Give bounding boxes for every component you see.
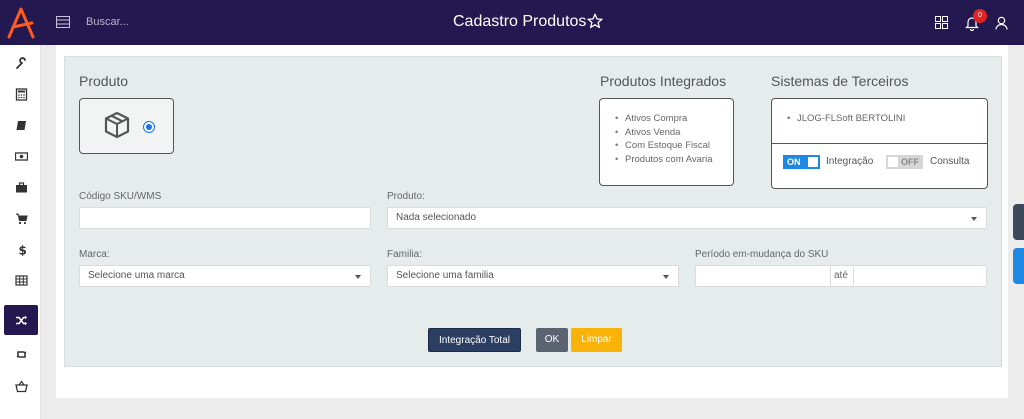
right-side-tab[interactable] [1013, 204, 1024, 240]
sidebar-item-calculator[interactable] [4, 79, 38, 109]
shuffle-icon [15, 315, 27, 325]
periodo-separator: até [830, 265, 854, 287]
svg-text:$: $ [18, 243, 26, 256]
chevron-down-icon [663, 275, 669, 279]
sidebar-item-cart[interactable] [4, 203, 38, 233]
favorite-star-icon[interactable] [587, 13, 603, 29]
chevron-down-icon [971, 217, 977, 221]
list-item: Com Estoque Fiscal [615, 139, 712, 153]
sidebar-item-dollar[interactable]: $ [4, 234, 38, 264]
toggle-off-label: OFF [901, 157, 919, 167]
integrados-list: Ativos Compra Ativos Venda Com Estoque F… [599, 98, 734, 186]
search-input[interactable]: Buscar... [86, 16, 129, 28]
chevron-down-icon [355, 275, 361, 279]
divider [772, 143, 987, 144]
dollar-icon: $ [18, 243, 26, 256]
integrados-title: Produtos Integrados [600, 73, 727, 89]
list-item: Produtos com Avaria [615, 153, 712, 167]
sidebar-item-finance[interactable] [4, 141, 38, 171]
ok-button[interactable]: OK [536, 328, 568, 352]
sidebar-item-more[interactable] [4, 403, 38, 419]
product-radio[interactable] [143, 121, 155, 133]
familia-label: Familia: [387, 249, 423, 260]
toggle-knob [888, 157, 898, 167]
page-title: Cadastro Produtos [453, 13, 587, 30]
list-item: JLOG-FLSoft BERTOLINI [787, 112, 905, 126]
sidebar: $ [0, 45, 41, 419]
book-icon [16, 120, 26, 130]
chevron-up-icon [15, 412, 28, 419]
sidebar-item-sync[interactable] [4, 339, 38, 369]
integracao-toggle[interactable]: ON [783, 155, 820, 169]
sku-input[interactable] [79, 207, 371, 229]
integracao-total-button[interactable]: Integração Total [428, 328, 521, 352]
calculator-icon [15, 87, 27, 101]
apps-grid-icon[interactable] [935, 16, 948, 29]
menu-icon[interactable] [56, 16, 70, 28]
notification-badge: 0 [973, 9, 987, 23]
terceiros-box: JLOG-FLSoft BERTOLINI [771, 98, 988, 189]
periodo-end-input[interactable] [855, 266, 986, 286]
basket-icon [14, 379, 28, 392]
familia-select-value: Selecione uma familia [396, 270, 494, 281]
produto-select[interactable]: Nada selecionado [387, 207, 987, 229]
sidebar-item-integration[interactable] [4, 305, 38, 335]
sidebar-item-table[interactable] [4, 265, 38, 295]
produto-section-title: Produto [79, 73, 129, 89]
marca-select-value: Selecione uma marca [88, 270, 185, 281]
right-side-tab[interactable] [1013, 248, 1024, 284]
toggle-knob [808, 157, 818, 167]
marca-select[interactable]: Selecione uma marca [79, 265, 371, 287]
sidebar-item-tools[interactable] [4, 48, 38, 78]
toggle-on-label: ON [787, 157, 801, 167]
list-item: Ativos Venda [615, 126, 712, 140]
top-bar: Buscar... Cadastro Produtos 0 [0, 0, 1024, 45]
consulta-toggle[interactable]: OFF [886, 155, 923, 169]
limpar-button[interactable]: Limpar [571, 328, 622, 352]
produto-select-value: Nada selecionado [396, 212, 477, 223]
briefcase-icon [15, 181, 27, 192]
retweet-icon [16, 350, 26, 358]
sidebar-item-book[interactable] [4, 110, 38, 140]
terceiros-title: Sistemas de Terceiros [771, 73, 909, 89]
sidebar-item-basket[interactable] [4, 371, 38, 401]
cart-icon [15, 213, 28, 224]
produto-label: Produto: [387, 191, 425, 202]
user-profile-icon[interactable] [995, 16, 1008, 30]
table-icon [14, 274, 28, 286]
sidebar-item-business[interactable] [4, 172, 38, 202]
logo-icon [7, 7, 34, 38]
marca-label: Marca: [79, 249, 110, 260]
money-icon [14, 151, 28, 161]
app-logo[interactable] [0, 0, 41, 45]
consulta-label: Consulta [930, 156, 970, 167]
periodo-start-input[interactable] [696, 266, 830, 286]
product-box-icon [104, 111, 130, 139]
wrench-icon [15, 56, 26, 69]
familia-select[interactable]: Selecione uma familia [387, 265, 679, 287]
periodo-label: Período em-mudança do SKU [695, 249, 829, 260]
sku-label: Código SKU/WMS [79, 191, 162, 202]
list-item: Ativos Compra [615, 112, 712, 126]
integracao-label: Integração [826, 156, 874, 167]
